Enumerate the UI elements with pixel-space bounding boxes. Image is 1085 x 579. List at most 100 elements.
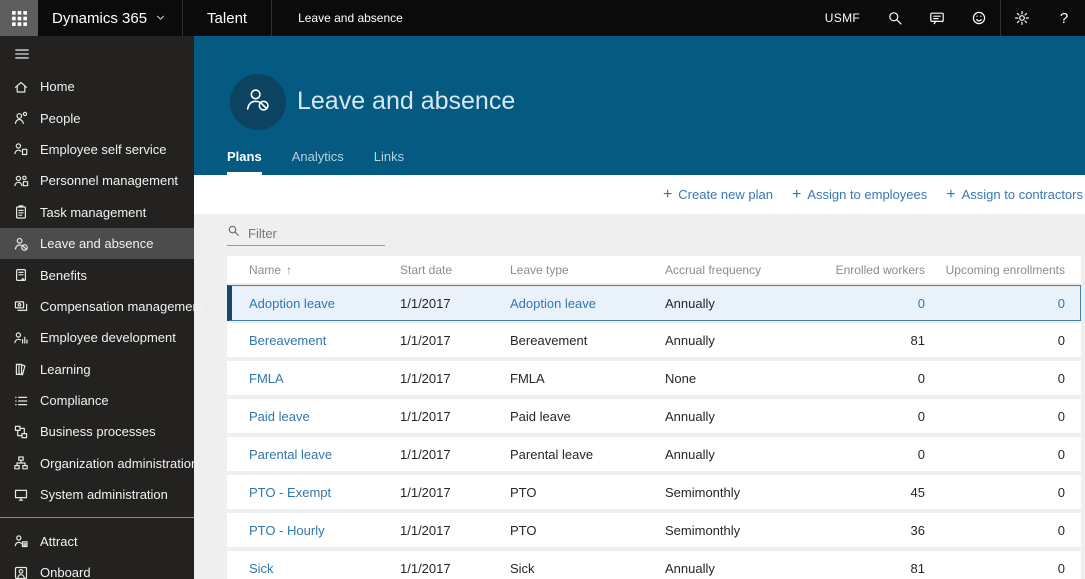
column-label: Upcoming enrollments	[945, 262, 1065, 277]
plan-name-link[interactable]: Parental leave	[249, 447, 400, 462]
filter-input[interactable]	[248, 225, 370, 241]
sidebar-item-label: Benefits	[40, 267, 87, 283]
plan-name-link[interactable]: PTO - Exempt	[249, 485, 400, 500]
sidebar-item-label: Leave and absence	[40, 236, 154, 252]
sidebar-item-compensation-management[interactable]: Compensation management	[0, 291, 203, 322]
leave-absence-icon	[13, 236, 29, 252]
sidebar-item-learning[interactable]: Learning	[0, 354, 194, 385]
upcoming-enrollments-cell: 0	[1057, 484, 1065, 500]
dynamics-365-menu[interactable]: Dynamics 365	[38, 0, 182, 36]
hamburger-menu-icon[interactable]	[0, 41, 194, 67]
person-leave-icon	[243, 85, 273, 120]
table-row-parental-leave[interactable]: Parental leave 1/1/2017 Parental leave Annu…	[227, 437, 1081, 471]
sidebar-item-benefits[interactable]: Benefits	[0, 259, 194, 290]
plan-name-link[interactable]: Sick	[249, 561, 400, 576]
search-icon[interactable]	[874, 0, 916, 36]
sidebar-item-compliance[interactable]: Compliance	[0, 385, 194, 416]
column-header-name[interactable]: Name ↑	[249, 263, 400, 277]
sidebar-item-system-administration[interactable]: System administration	[0, 479, 194, 510]
sidebar-item-people[interactable]: People	[0, 102, 194, 133]
sidebar-item-business-processes[interactable]: Business processes	[0, 416, 194, 447]
table-header-row: Name ↑ Start date Leave type Accrual frequen…	[227, 256, 1081, 283]
compliance-icon	[13, 393, 29, 409]
table-row-bereavement[interactable]: Bereavement 1/1/2017 Bereavement Annually 81…	[227, 323, 1081, 357]
enrolled-workers-cell: 81	[910, 560, 925, 576]
sidebar-item-attract[interactable]: Attract	[0, 525, 194, 556]
leave-type-cell: Parental leave	[510, 446, 594, 462]
sidebar-item-home[interactable]: Home	[0, 71, 194, 102]
column-header-accrual-frequency[interactable]: Accrual frequency	[665, 263, 795, 277]
leave-type-cell: PTO	[510, 484, 537, 500]
accrual-frequency-cell: Semimonthly	[665, 484, 741, 500]
app-launcher-waffle-icon[interactable]	[0, 0, 38, 36]
table-row-pto-hourly[interactable]: PTO - Hourly 1/1/2017 PTO Semimonthly 36 0	[227, 513, 1081, 547]
sidebar-item-label: Personnel management	[40, 173, 179, 189]
start-date-cell: 1/1/2017	[400, 370, 451, 386]
plus-icon: +	[662, 185, 673, 203]
column-header-start-date[interactable]: Start date	[400, 263, 510, 277]
leave-plans-table: Name ↑ Start date Leave type Accrual frequen…	[227, 256, 1081, 579]
onboard-icon	[13, 565, 29, 579]
app-name[interactable]: Talent	[183, 10, 271, 27]
business-processes-icon	[13, 424, 29, 440]
column-header-upcoming-enrollments[interactable]: Upcoming enrollments	[925, 263, 1065, 277]
table-row-sick[interactable]: Sick 1/1/2017 Sick Annually 81 0	[227, 551, 1081, 579]
action-label: Create new plan	[678, 187, 773, 202]
plan-name-link[interactable]: Bereavement	[249, 333, 400, 348]
tab-links[interactable]: Links	[374, 149, 404, 175]
create-new-plan-button[interactable]: + Create new plan	[662, 185, 773, 203]
sidebar-item-leave-and-absence[interactable]: Leave and absence	[0, 227, 194, 260]
sidebar-item-employee-self-service[interactable]: Employee self service	[0, 134, 194, 165]
sidebar-item-personnel-management[interactable]: Personnel management	[0, 165, 194, 196]
table-row-adoption-leave[interactable]: Adoption leave 1/1/2017 Adoption leave Annu…	[227, 285, 1081, 321]
company-selector[interactable]: USMF	[825, 11, 860, 25]
action-label: Assign to contractors	[961, 187, 1083, 202]
sidebar-item-label: System administration	[40, 487, 168, 503]
sidebar-item-onboard[interactable]: Onboard	[0, 557, 194, 579]
sidebar-item-label: Task management	[40, 204, 147, 220]
sidebar-item-task-management[interactable]: Task management	[0, 197, 194, 228]
column-header-leave-type[interactable]: Leave type	[510, 263, 665, 277]
leave-type-cell[interactable]: Adoption leave	[510, 296, 665, 311]
sidebar-item-label: Home	[40, 79, 75, 95]
tab-analytics[interactable]: Analytics	[292, 149, 344, 175]
upcoming-enrollments-cell[interactable]: 0	[925, 296, 1065, 311]
sidebar-item-employee-development[interactable]: Employee development	[0, 322, 194, 353]
table-row-paid-leave[interactable]: Paid leave 1/1/2017 Paid leave Annually 0 0	[227, 399, 1081, 433]
brand-label: Dynamics 365	[52, 9, 148, 27]
plan-name-link[interactable]: FMLA	[249, 371, 400, 386]
benefits-icon	[13, 267, 29, 283]
plan-name-link[interactable]: Paid leave	[249, 409, 400, 424]
main-content: Leave and absence Plans Analytics Links + C…	[194, 36, 1085, 579]
enrolled-workers-cell[interactable]: 0	[795, 296, 925, 311]
sidebar-item-organization-administration[interactable]: Organization administration	[0, 448, 198, 479]
plan-name-link[interactable]: Adoption leave	[249, 296, 400, 311]
accrual-frequency-cell: None	[665, 370, 697, 386]
column-header-enrolled-workers[interactable]: Enrolled workers	[795, 263, 925, 277]
column-label: Start date	[400, 262, 453, 277]
chevron-down-icon	[155, 10, 166, 27]
sort-ascending-icon: ↑	[286, 262, 293, 277]
filter-box	[227, 224, 385, 246]
settings-gear-icon[interactable]	[1001, 0, 1043, 36]
employee-development-icon	[13, 330, 29, 346]
smiley-icon[interactable]	[958, 0, 1000, 36]
table-row-fmla[interactable]: FMLA 1/1/2017 FMLA None 0 0	[227, 361, 1081, 395]
feedback-icon[interactable]	[916, 0, 958, 36]
tab-plans[interactable]: Plans	[227, 149, 262, 175]
column-label: Leave type	[510, 262, 569, 277]
attract-icon	[13, 533, 29, 549]
leave-type-cell: Bereavement	[510, 332, 588, 348]
page-header-banner: Leave and absence Plans Analytics Links	[194, 36, 1085, 175]
help-icon[interactable]: ?	[1043, 0, 1085, 36]
table-row-pto-exempt[interactable]: PTO - Exempt 1/1/2017 PTO Semimonthly 45 0	[227, 475, 1081, 509]
top-navigation-bar: Dynamics 365 Talent Leave and absence US…	[0, 0, 1085, 36]
action-label: Assign to employees	[807, 187, 928, 202]
plan-name-link[interactable]: PTO - Hourly	[249, 523, 400, 538]
page-tabs: Plans Analytics Links	[227, 149, 404, 175]
assign-to-contractors-button[interactable]: + Assign to contractors	[946, 186, 1083, 203]
accrual-frequency-cell: Annually	[665, 295, 715, 311]
enrolled-workers-cell: 0	[917, 408, 925, 424]
assign-to-employees-button[interactable]: + Assign to employees	[792, 186, 928, 203]
page-breadcrumb: Leave and absence	[298, 11, 403, 25]
